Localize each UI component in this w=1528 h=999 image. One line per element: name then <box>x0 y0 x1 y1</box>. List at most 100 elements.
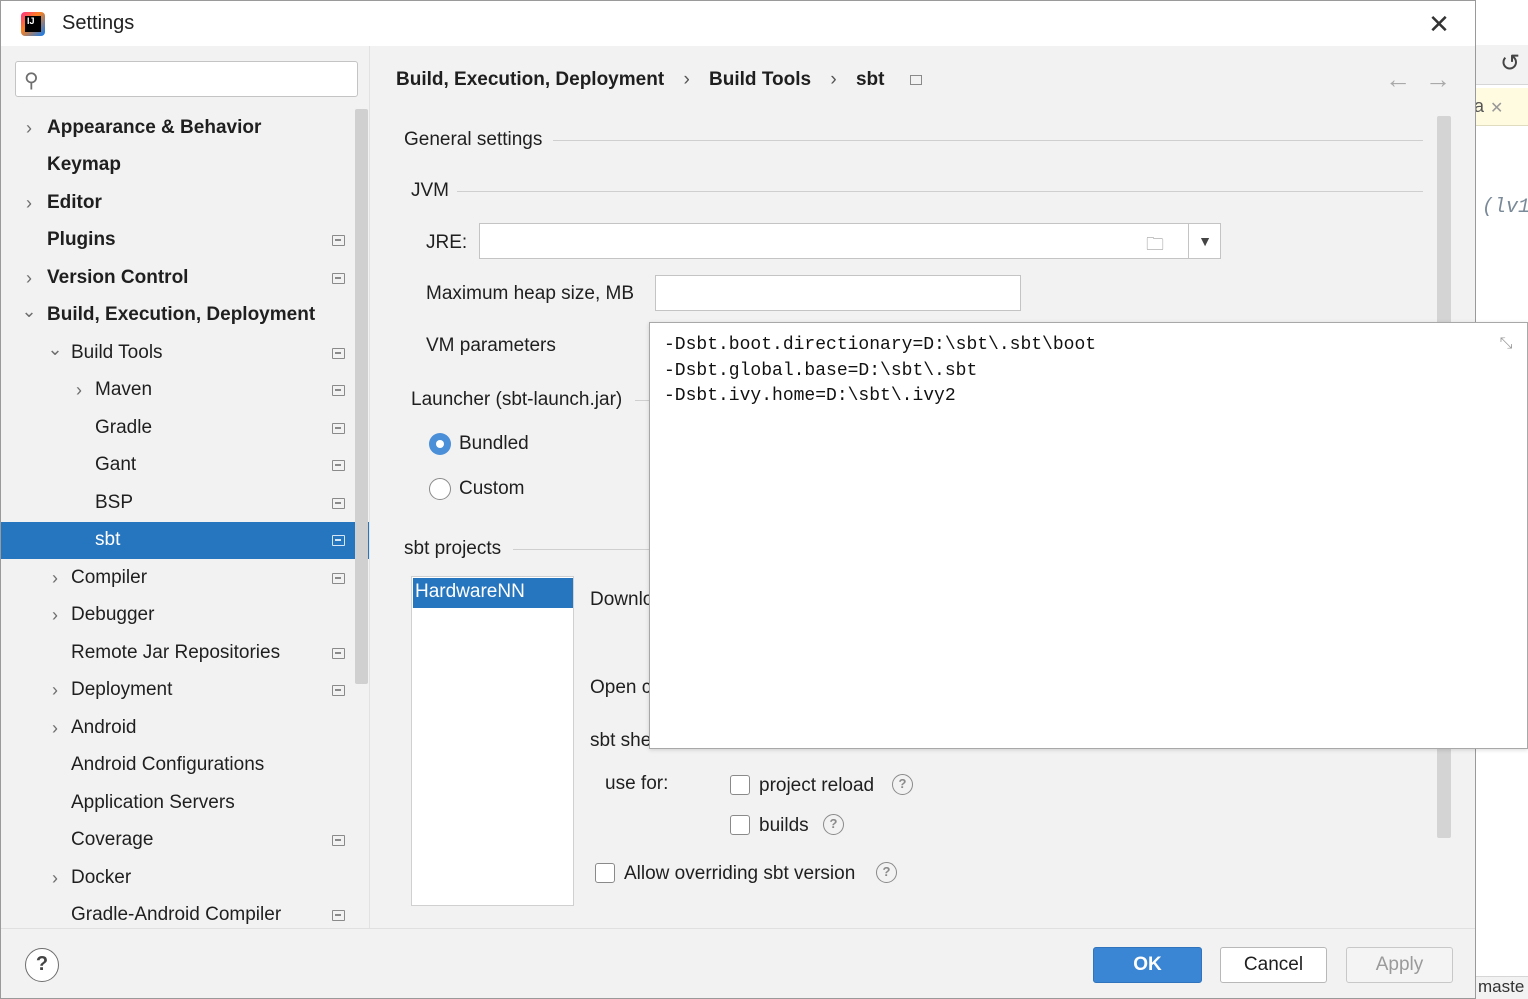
sidebar-item-appearance[interactable]: › Appearance & Behavior <box>1 110 369 147</box>
project-level-icon <box>332 235 345 246</box>
sidebar-item-application-servers[interactable]: Application Servers <box>1 785 369 822</box>
builds-checkbox[interactable] <box>730 815 750 835</box>
sidebar-item-label: Gradle-Android Compiler <box>71 904 282 925</box>
search-input[interactable] <box>56 66 351 92</box>
sidebar-item-docker[interactable]: › Docker <box>1 860 369 897</box>
background-editor-tab[interactable]: a ✕ <box>1474 88 1528 126</box>
sidebar-item-editor[interactable]: › Editor <box>1 185 369 222</box>
sbt-projects-heading: sbt projects <box>404 538 502 559</box>
sidebar-item-keymap[interactable]: Keymap <box>1 147 369 184</box>
help-icon[interactable]: ? <box>823 814 844 835</box>
sidebar-item-sbt[interactable]: sbt <box>1 522 369 559</box>
search-box[interactable]: ⚲ <box>15 61 358 97</box>
sidebar-item-remote-jar-repositories[interactable]: Remote Jar Repositories <box>1 635 369 672</box>
sidebar-item-bsp[interactable]: BSP <box>1 485 369 522</box>
chevron-right-icon[interactable]: › <box>69 378 89 402</box>
sidebar-scrollbar[interactable] <box>355 109 368 684</box>
breadcrumb: Build, Execution, Deployment › Build Too… <box>396 69 922 91</box>
chevron-right-icon[interactable]: › <box>45 566 65 590</box>
sidebar-item-label: BSP <box>95 492 134 513</box>
download-label: Downlo <box>590 589 654 610</box>
sidebar-item-label: Version Control <box>47 267 189 288</box>
breadcrumb-item[interactable]: Build, Execution, Deployment <box>396 69 664 91</box>
close-icon[interactable]: ✕ <box>1490 98 1503 118</box>
undo-icon[interactable]: ↺ <box>1500 49 1520 78</box>
project-level-icon <box>332 648 345 659</box>
search-icon[interactable]: ⚲ <box>24 68 39 93</box>
allow-override-label[interactable]: Allow overriding sbt version <box>624 863 855 885</box>
help-icon[interactable]: ? <box>892 774 913 795</box>
sidebar-item-label: Application Servers <box>71 792 235 813</box>
sidebar-item-label: Docker <box>71 867 132 888</box>
sidebar-item-build-tools[interactable]: ⌄ Build Tools <box>1 335 369 372</box>
help-button[interactable]: ? <box>25 948 59 982</box>
list-item[interactable]: HardwareNN <box>413 578 573 608</box>
collapse-icon[interactable]: ⤡ <box>1496 335 1516 355</box>
breadcrumb-separator: › <box>830 69 837 90</box>
sidebar-item-build-execution-deployment[interactable]: ⌄ Build, Execution, Deployment <box>1 297 369 334</box>
sidebar-item-android-configurations[interactable]: Android Configurations <box>1 747 369 784</box>
sidebar-item-label: Deployment <box>71 679 173 700</box>
sidebar-item-label: Keymap <box>47 154 121 175</box>
sidebar-item-label: Android <box>71 717 137 738</box>
chevron-right-icon[interactable]: › <box>45 603 65 627</box>
chevron-right-icon[interactable]: › <box>19 116 39 140</box>
background-toolbar: ↺ <box>1474 45 1528 85</box>
title-bar: IJ Settings ✕ <box>1 1 1475 46</box>
chevron-down-icon[interactable]: ⌄ <box>19 299 39 323</box>
chevron-right-icon[interactable]: › <box>19 191 39 215</box>
chevron-right-icon[interactable]: › <box>45 716 65 740</box>
project-level-icon <box>332 910 345 921</box>
bundled-label[interactable]: Bundled <box>459 433 529 455</box>
jre-combobox[interactable]: 🗀 ▼ <box>479 223 1221 259</box>
sidebar-item-maven[interactable]: › Maven <box>1 372 369 409</box>
cancel-button[interactable]: Cancel <box>1220 947 1327 983</box>
heap-size-input[interactable] <box>655 275 1021 311</box>
sidebar-item-gradle[interactable]: Gradle <box>1 410 369 447</box>
sidebar-item-plugins[interactable]: Plugins <box>1 222 369 259</box>
back-arrow-icon[interactable]: ← <box>1385 64 1411 95</box>
sidebar-item-compiler[interactable]: › Compiler <box>1 560 369 597</box>
sidebar-item-label: Build, Execution, Deployment <box>47 304 316 325</box>
ok-button[interactable]: OK <box>1093 947 1202 983</box>
chevron-right-icon[interactable]: › <box>45 678 65 702</box>
project-reload-label[interactable]: project reload <box>759 775 874 797</box>
breadcrumb-item[interactable]: Build Tools <box>709 69 811 91</box>
custom-label[interactable]: Custom <box>459 478 524 500</box>
project-level-icon <box>332 273 345 284</box>
builds-label[interactable]: builds <box>759 815 809 837</box>
help-icon[interactable]: ? <box>876 862 897 883</box>
sidebar-item-label: Plugins <box>47 229 116 250</box>
launcher-heading: Launcher (sbt-launch.jar) <box>411 389 623 410</box>
heap-size-label: Maximum heap size, MB <box>426 283 635 304</box>
folder-icon[interactable]: 🗀 <box>1146 232 1170 254</box>
jvm-heading: JVM <box>411 180 449 201</box>
divider <box>457 191 1423 192</box>
vm-parameters-textarea[interactable]: -Dsbt.boot.directionary=D:\sbt\.sbt\boot… <box>664 333 1484 733</box>
dropdown-arrow-button[interactable]: ▼ <box>1188 224 1221 258</box>
vm-parameters-expanded-editor[interactable]: -Dsbt.boot.directionary=D:\sbt\.sbt\boot… <box>649 322 1528 749</box>
sidebar-item-android[interactable]: › Android <box>1 710 369 747</box>
sidebar-item-label: Remote Jar Repositories <box>71 642 281 663</box>
close-button[interactable]: ✕ <box>1419 5 1459 43</box>
window-title: Settings <box>62 12 135 34</box>
bundled-radio[interactable] <box>429 433 451 455</box>
sidebar-item-version-control[interactable]: › Version Control <box>1 260 369 297</box>
sidebar-item-coverage[interactable]: Coverage <box>1 822 369 859</box>
apply-button[interactable]: Apply <box>1346 947 1453 983</box>
custom-radio[interactable] <box>429 478 451 500</box>
sidebar-item-deployment[interactable]: › Deployment <box>1 672 369 709</box>
chevron-down-icon[interactable]: ⌄ <box>45 337 65 361</box>
forward-arrow-icon[interactable]: → <box>1425 64 1451 95</box>
background-status-branch[interactable]: maste <box>1474 976 1528 999</box>
chevron-right-icon[interactable]: › <box>45 866 65 890</box>
allow-override-checkbox[interactable] <box>595 863 615 883</box>
chevron-right-icon[interactable]: › <box>19 266 39 290</box>
divider <box>513 549 653 550</box>
sidebar-item-debugger[interactable]: › Debugger <box>1 597 369 634</box>
sbt-projects-list[interactable]: HardwareNN <box>411 576 574 906</box>
sidebar-item-gant[interactable]: Gant <box>1 447 369 484</box>
settings-sidebar: ⚲ › Appearance & Behavior Keymap › Edito… <box>1 46 370 928</box>
sidebar-item-gradle-android-compiler[interactable]: Gradle-Android Compiler <box>1 897 369 928</box>
project-reload-checkbox[interactable] <box>730 775 750 795</box>
